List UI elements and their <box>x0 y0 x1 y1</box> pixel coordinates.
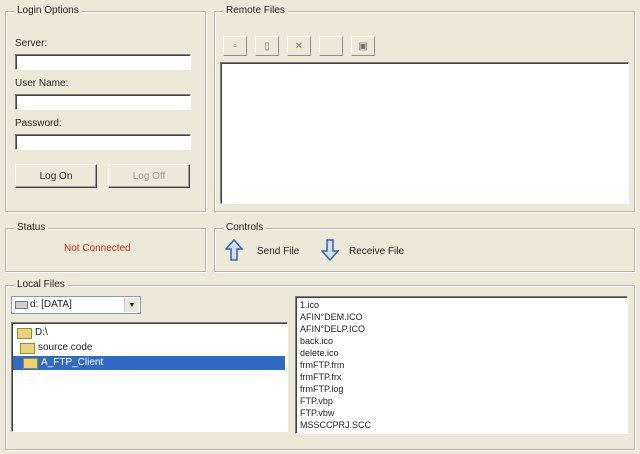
remote-toolbar-button-1[interactable]: ▫ <box>223 36 247 56</box>
local-file-list[interactable]: 1.ico AFIN°DEM.ICO AFIN°DELP.ICO back.ico de… <box>295 296 628 434</box>
username-field[interactable] <box>15 94 191 110</box>
delete-icon: ✕ <box>294 40 304 52</box>
send-file-label: Send File <box>257 246 300 257</box>
receive-file-button[interactable]: Receive File <box>321 239 431 263</box>
file-list-item[interactable]: delete.ico <box>300 347 339 359</box>
file-list-item[interactable]: frmFTP.log <box>300 383 343 395</box>
directory-item[interactable]: A_FTP_Client <box>13 356 285 370</box>
local-files-group: Local Files d: [DATA] ▼ D:\ source code A_… <box>5 279 635 450</box>
remote-toolbar-button-2[interactable]: ▯ <box>255 36 279 56</box>
status-legend: Status <box>14 222 49 233</box>
directory-item[interactable]: D:\ <box>13 326 285 340</box>
directory-item[interactable]: source code <box>13 341 285 355</box>
remote-files-list[interactable] <box>220 62 629 204</box>
file-list-item[interactable]: frmFTP.frx <box>300 371 341 383</box>
chevron-down-icon[interactable]: ▼ <box>124 298 139 312</box>
remote-toolbar-button-3[interactable]: ✕ <box>287 36 311 56</box>
remote-files-group: Remote Files ▫ ▯ ✕ ▣ <box>214 5 635 212</box>
receive-file-label: Receive File <box>349 246 405 257</box>
directory-item-label: A_FTP_Client <box>41 357 104 368</box>
directory-item-label: source code <box>38 342 93 353</box>
login-options-group: Login Options Server: User Name: Passwor… <box>5 5 206 212</box>
username-label: User Name: <box>15 78 69 89</box>
drive-select-value: d: [DATA] <box>30 299 72 310</box>
remote-toolbar-button-4[interactable] <box>319 36 343 56</box>
directory-list[interactable]: D:\ source code A_FTP_Client <box>11 322 288 432</box>
file-list-item[interactable]: frmFTP.frm <box>300 359 344 371</box>
login-options-legend: Login Options <box>14 5 82 16</box>
folder-icon <box>23 358 38 369</box>
upload-icon: ▫ <box>233 40 237 52</box>
server-label: Server: <box>15 38 48 49</box>
log-off-button[interactable]: Log Off <box>108 164 190 188</box>
log-on-button[interactable]: Log On <box>15 164 97 188</box>
file-list-item[interactable]: MSSCCPRJ.SCC <box>300 419 371 431</box>
drive-select[interactable]: d: [DATA] ▼ <box>11 296 141 314</box>
local-files-legend: Local Files <box>14 279 68 290</box>
receive-arrow-down-icon <box>321 239 339 261</box>
remote-files-legend: Remote Files <box>223 5 288 16</box>
directory-item-label: D:\ <box>35 327 48 338</box>
file-list-item[interactable]: FTP.vbw <box>300 407 334 419</box>
file-list-item[interactable]: 1.ico <box>300 299 319 311</box>
file-list-item[interactable]: AFIN°DEM.ICO <box>300 311 363 323</box>
folder-icon <box>17 328 32 339</box>
server-field[interactable] <box>15 54 191 70</box>
status-group: Status Not Connected <box>5 222 206 272</box>
controls-legend: Controls <box>223 222 267 233</box>
file-list-item[interactable]: AFIN°DELP.ICO <box>300 323 365 335</box>
remote-toolbar-button-5[interactable]: ▣ <box>351 36 375 56</box>
drive-icon <box>15 301 28 309</box>
password-label: Password: <box>15 118 62 129</box>
connection-status-text: Not Connected <box>64 243 131 254</box>
file-list-item[interactable]: FTP.vbp <box>300 395 333 407</box>
send-arrow-up-icon <box>225 239 243 261</box>
send-file-button[interactable]: Send File <box>225 239 315 263</box>
controls-group: Controls Send File Receive File <box>214 222 635 272</box>
password-field[interactable] <box>15 134 191 150</box>
folder-icon: ▯ <box>264 40 270 52</box>
folder-icon <box>20 343 35 354</box>
refresh-icon: ▣ <box>358 40 368 52</box>
file-list-item[interactable]: back.ico <box>300 335 333 347</box>
